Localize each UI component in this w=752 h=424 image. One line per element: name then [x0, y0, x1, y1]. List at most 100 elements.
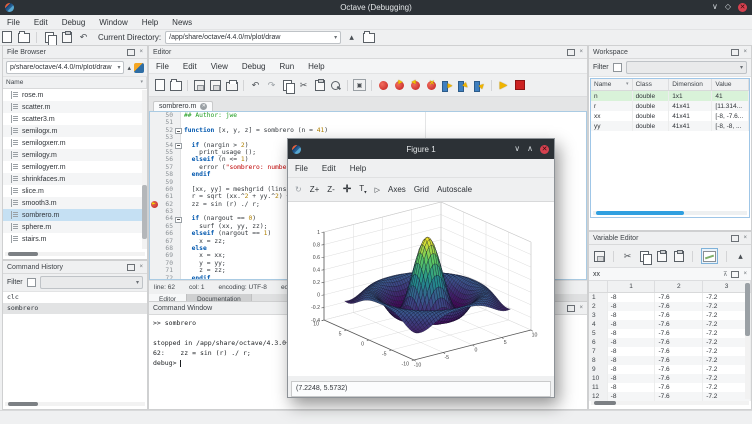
paste-button[interactable] — [656, 250, 667, 262]
ve-row-11[interactable]: 11-8-7.6-7.2 — [589, 383, 751, 392]
editor-menu-run[interactable]: Run — [272, 62, 301, 71]
close-panel-icon[interactable]: × — [743, 271, 747, 277]
ve-col-1[interactable]: 1 — [608, 281, 656, 292]
cut-button[interactable]: ✂ — [297, 79, 310, 91]
history-item-sombrero[interactable]: sombrero — [3, 303, 147, 314]
paste-table-button[interactable] — [673, 250, 684, 262]
close-tab-icon[interactable]: ✕ — [200, 103, 207, 110]
close-panel-icon[interactable]: × — [139, 264, 143, 270]
step-in-button[interactable]: ► — [457, 80, 470, 91]
dock-icon[interactable]: ⊼ — [723, 271, 727, 278]
variable-tab-xx[interactable]: xx ⊼× — [589, 268, 751, 281]
file-item-smooth3[interactable]: smooth3.m — [3, 197, 147, 209]
file-item-semilogy[interactable]: semilogy.m — [3, 149, 147, 161]
minimize-icon[interactable]: ∨ — [514, 144, 520, 154]
file-browser-path-combobox[interactable]: p/share/octave/4.4.0/m/plot/draw▾ — [6, 61, 124, 74]
grid-button[interactable]: Grid — [414, 185, 429, 194]
open-file-button[interactable] — [169, 79, 182, 91]
filter-checkbox[interactable] — [613, 63, 622, 72]
close-panel-icon[interactable]: × — [139, 49, 143, 55]
function-browser-button[interactable]: ▣ — [353, 79, 366, 91]
folder-up-icon[interactable]: ▴ — [127, 64, 131, 72]
maximize-icon[interactable]: ◇ — [725, 2, 731, 12]
menu-debug[interactable]: Debug — [55, 18, 93, 27]
workspace-row-yy[interactable]: yydouble41x41[-8, -8, ... — [591, 121, 749, 131]
up-level-button[interactable]: ▴ — [735, 250, 746, 262]
file-browser-vscrollbar[interactable] — [142, 90, 147, 249]
file-item-semilogyerr[interactable]: semilogyerr.m — [3, 161, 147, 173]
ve-row-12[interactable]: 12-8-7.6-7.2 — [589, 392, 751, 401]
insert-text-button[interactable]: T▾ — [359, 184, 366, 196]
axes-button[interactable]: Axes — [388, 185, 406, 194]
undo-button[interactable]: ↶ — [249, 79, 262, 91]
file-item-semilogxerr[interactable]: semilogxerr.m — [3, 137, 147, 149]
ve-row-5[interactable]: 5-8-7.6-7.2 — [589, 329, 751, 338]
file-browser-hscrollbar[interactable] — [5, 252, 145, 256]
tab-sombrero[interactable]: sombrero.m✕ — [153, 101, 213, 111]
code-line-50[interactable]: 50## Author: jwe — [150, 112, 586, 119]
close-panel-icon[interactable]: × — [579, 49, 583, 55]
find-button[interactable] — [329, 79, 342, 91]
file-item-sombrero[interactable]: sombrero.m — [3, 209, 147, 221]
new-script-button[interactable] — [0, 31, 13, 43]
file-item-sphere[interactable]: sphere.m — [3, 221, 147, 233]
editor-menu-view[interactable]: View — [204, 62, 235, 71]
history-item-clc[interactable]: clc — [3, 292, 147, 303]
workspace-row-xx[interactable]: xxdouble41x41[-8, -7.6... — [591, 111, 749, 121]
redo-button[interactable]: ↷ — [265, 79, 278, 91]
ve-row-7[interactable]: 7-8-7.6-7.2 — [589, 347, 751, 356]
float-panel-icon[interactable] — [567, 49, 575, 56]
close-panel-icon[interactable]: × — [579, 305, 583, 311]
open-file-button[interactable] — [17, 31, 30, 43]
menu-window[interactable]: Window — [92, 18, 134, 27]
rotate-icon[interactable]: ↻ — [295, 185, 302, 194]
plot-variable-button[interactable] — [701, 248, 718, 264]
float-panel-icon[interactable] — [127, 49, 135, 56]
zoom-in-button[interactable]: Z+ — [310, 185, 320, 194]
file-item-semilogx[interactable]: semilogx.m — [3, 125, 147, 137]
directory-up-button[interactable]: ▴ — [345, 31, 358, 43]
file-item-stairs[interactable]: stairs.m — [3, 233, 147, 245]
code-line-51[interactable]: 51 — [150, 119, 586, 126]
previous-breakpoint-button[interactable]: ► — [409, 79, 422, 91]
workspace-table-header[interactable]: Name ▾ClassDimensionValue — [591, 79, 749, 91]
pan-icon[interactable]: ✛ — [343, 184, 351, 195]
menu-file[interactable]: File — [0, 18, 27, 27]
variable-editor-vscrollbar[interactable] — [745, 281, 750, 399]
ve-col-2[interactable]: 2 — [655, 281, 703, 292]
filter-combobox[interactable]: ▾ — [40, 276, 143, 289]
editor-menu-edit[interactable]: Edit — [176, 62, 204, 71]
figure-menu-file[interactable]: File — [288, 164, 315, 173]
code-line-52[interactable]: 52function [x, y, z] = sombrero (n = 41) — [150, 127, 586, 134]
octave-folder-icon[interactable] — [134, 63, 144, 73]
menu-edit[interactable]: Edit — [27, 18, 55, 27]
autoscale-button[interactable]: Autoscale — [437, 185, 472, 194]
float-panel-icon[interactable] — [731, 235, 739, 242]
zoom-out-button[interactable]: Z- — [327, 185, 335, 194]
menu-news[interactable]: News — [165, 18, 199, 27]
print-button[interactable] — [225, 79, 238, 91]
file-item-scatter3[interactable]: scatter3.m — [3, 113, 147, 125]
ve-row-9[interactable]: 9-8-7.6-7.2 — [589, 365, 751, 374]
paste-button[interactable] — [60, 31, 73, 43]
command-history-hscrollbar[interactable] — [5, 402, 145, 406]
copy-button[interactable] — [639, 250, 650, 262]
paste-button[interactable] — [313, 79, 326, 91]
workspace-col-value[interactable]: Value — [712, 79, 749, 90]
ve-row-8[interactable]: 8-8-7.6-7.2 — [589, 356, 751, 365]
float-panel-icon[interactable] — [127, 264, 135, 271]
next-breakpoint-button[interactable]: ► — [393, 79, 406, 91]
select-icon[interactable]: ▷ — [375, 186, 380, 194]
figure-titlebar[interactable]: Figure 1 ∨ ∧ ✕ — [288, 139, 554, 159]
browse-directory-button[interactable] — [362, 31, 375, 43]
workspace-hscrollbar[interactable] — [593, 211, 747, 215]
menu-help[interactable]: Help — [135, 18, 165, 27]
float-panel-icon[interactable] — [731, 271, 739, 278]
clear-breakpoints-button[interactable]: ✕ — [425, 79, 438, 91]
ve-row-2[interactable]: 2-8-7.6-7.2 — [589, 302, 751, 311]
float-panel-icon[interactable] — [567, 305, 575, 312]
file-item-scatter[interactable]: scatter.m — [3, 101, 147, 113]
ve-row-6[interactable]: 6-8-7.6-7.2 — [589, 338, 751, 347]
cut-button[interactable]: ✂ — [622, 250, 633, 262]
variable-table[interactable]: 1231-8-7.6-7.22-8-7.6-7.23-8-7.6-7.24-8-… — [589, 281, 751, 407]
